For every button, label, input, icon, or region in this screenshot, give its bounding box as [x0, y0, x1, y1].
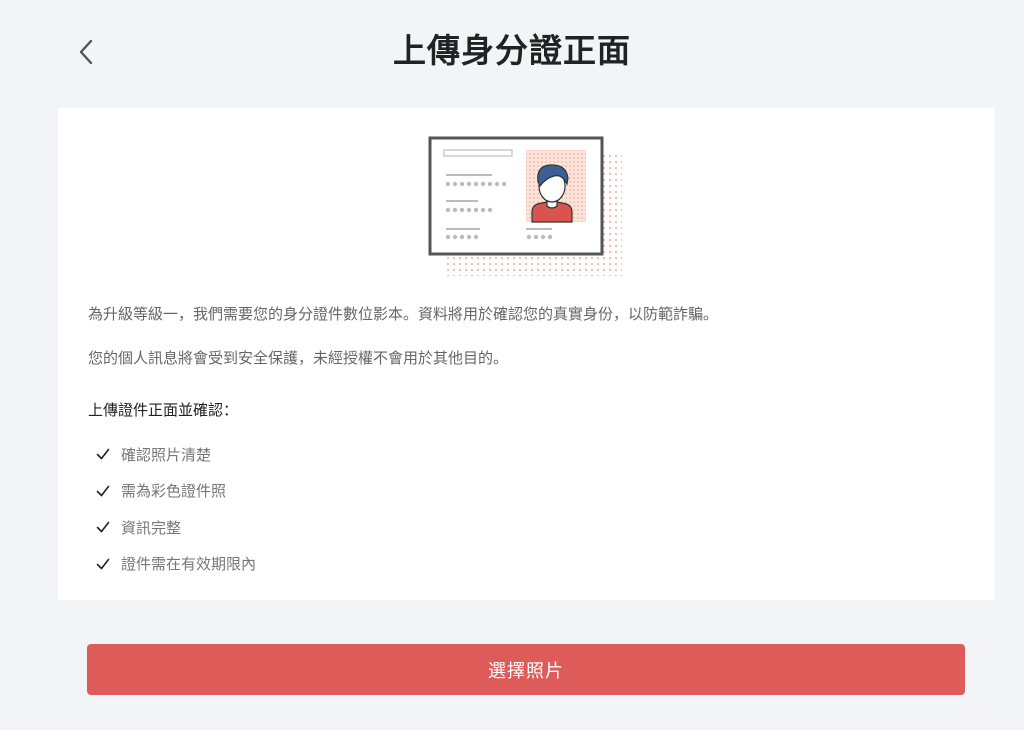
checklist-item: 確認照片清楚 — [96, 442, 256, 466]
check-icon — [96, 521, 110, 533]
intro-line-2: 您的個人訊息將會受到安全保護，未經授權不會用於其他目的。 — [88, 349, 509, 367]
intro-line-1: 為升級等級一，我們需要您的身分證件數位影本。資料將用於確認您的真實身份，以防範詐… — [88, 305, 719, 323]
checklist-item-label: 確認照片清楚 — [121, 445, 212, 464]
checklist-item-label: 需為彩色證件照 — [121, 482, 227, 500]
check-icon — [96, 485, 110, 496]
checklist-item-label: 證件需在有效期限內 — [121, 555, 257, 573]
intro-text: 為升級等級一，我們需要您的身分證件數位影本。資料將用於確認您的真實身份，以防範詐… — [88, 302, 968, 370]
checklist-item-label: 資訊完整 — [121, 518, 182, 537]
checklist-item: 證件需在有效期限內 — [96, 552, 256, 576]
checklist-item: 資訊完整 — [96, 515, 256, 539]
id-card-icon — [428, 136, 622, 276]
checklist: 確認照片清楚 需為彩色證件照 資訊完整 證件需在有效期限內 — [96, 442, 256, 588]
choose-photo-button[interactable]: 選擇照片 — [87, 644, 965, 695]
check-icon — [96, 448, 110, 460]
checklist-title: 上傳證件正面並確認： — [88, 401, 239, 419]
checklist-item: 需為彩色證件照 — [96, 479, 256, 503]
content-card: 為升級等級一，我們需要您的身分證件數位影本。資料將用於確認您的真實身份，以防範詐… — [58, 108, 995, 600]
check-icon — [96, 558, 110, 569]
header: 上傳身分證正面 — [0, 0, 1024, 108]
page-title: 上傳身分證正面 — [393, 31, 631, 70]
